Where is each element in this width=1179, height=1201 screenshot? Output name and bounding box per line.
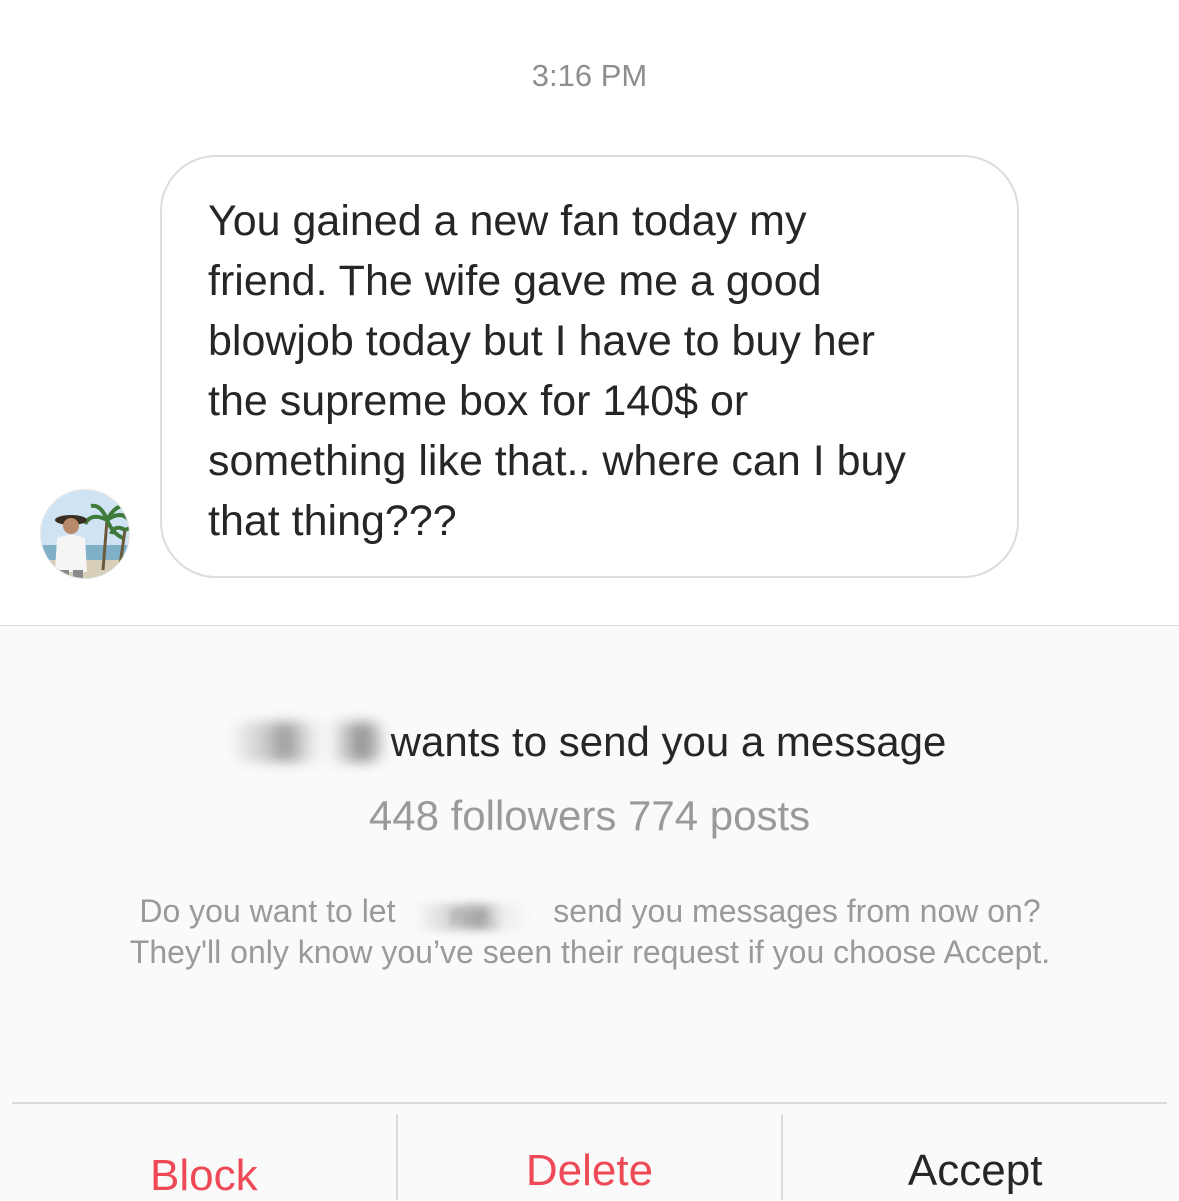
request-title-text: wants to send you a message [390, 718, 947, 765]
sender-avatar[interactable] [40, 489, 130, 579]
redacted-username [232, 722, 383, 762]
avatar-photo [41, 490, 129, 578]
block-button[interactable]: Block [12, 1104, 396, 1200]
message-bubble[interactable]: You gained a new fan today my friend. Th… [160, 155, 1019, 578]
request-title: wants to send you a message [0, 718, 1179, 766]
delete-button[interactable]: Delete [395, 1114, 782, 1200]
message-timestamp: 3:16 PM [531, 58, 648, 93]
request-description: Do you want to let nie. send you message… [90, 891, 1090, 973]
redacted-username-inline: nie. [414, 902, 535, 932]
request-stats: 448 followers 774 posts [368, 792, 811, 839]
accept-button[interactable]: Accept [781, 1114, 1167, 1200]
chat-thread: 3:16 PM You gained a new fan today my fr… [0, 0, 1179, 625]
request-action-bar: Block Delete Accept [12, 1102, 1167, 1200]
request-desc-start: Do you want to let [139, 893, 396, 929]
